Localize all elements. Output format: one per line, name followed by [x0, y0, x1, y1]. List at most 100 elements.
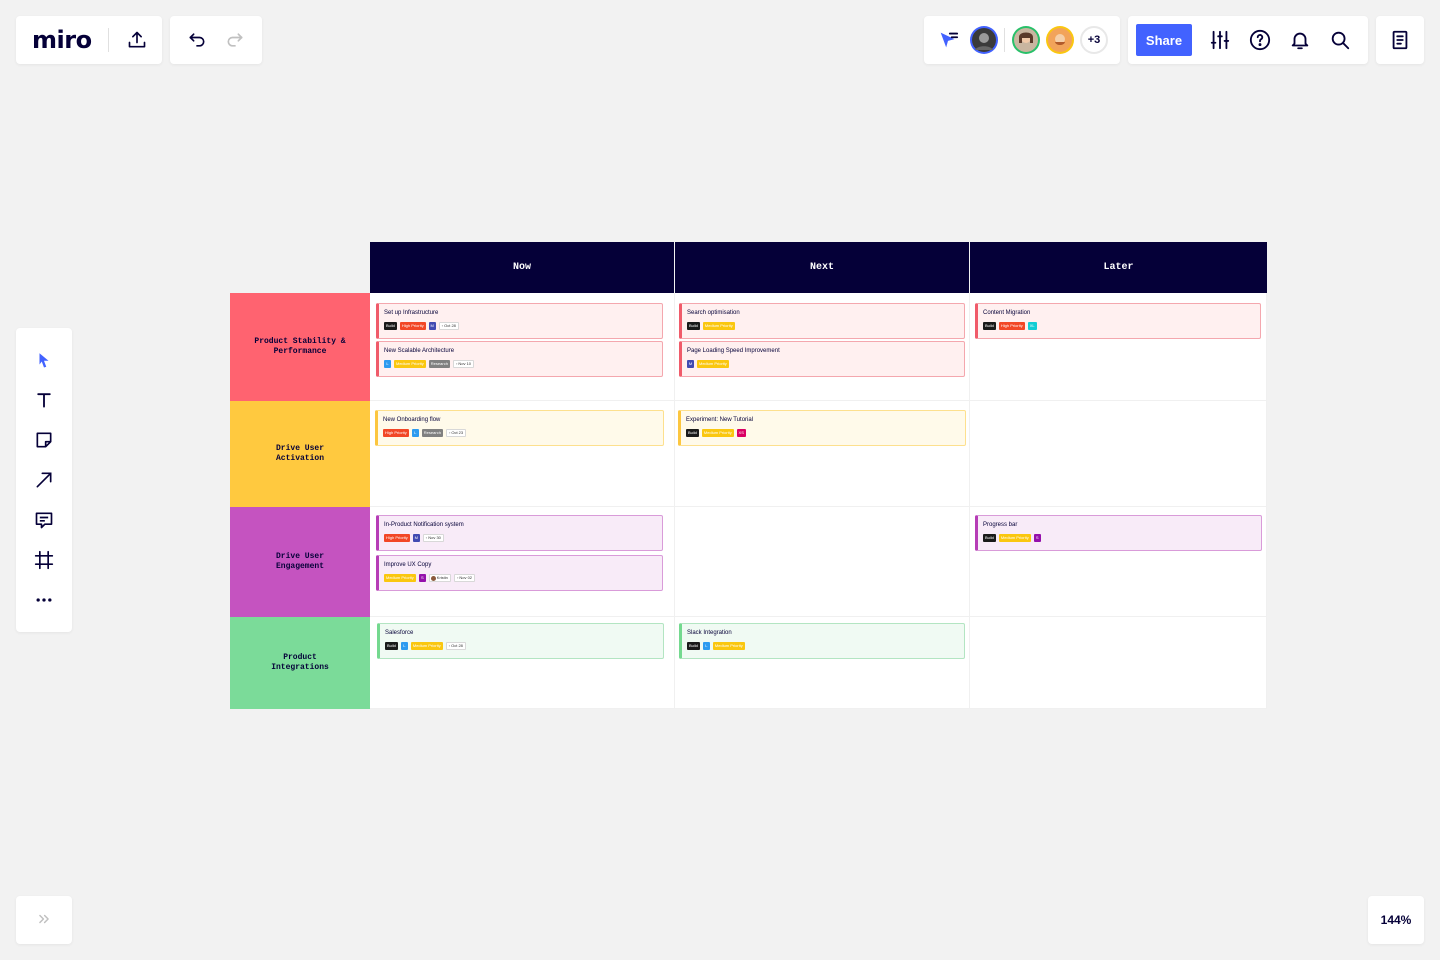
card-title: New Scalable Architecture: [384, 348, 455, 354]
card-salesforce[interactable]: Salesforce Build L Medium Priority ▫ Oct …: [377, 623, 664, 659]
left-toolbar: [16, 328, 72, 632]
card-set-up-infrastructure[interactable]: Set up Infrastructure Build High Priorit…: [376, 303, 663, 339]
avatar: [430, 575, 436, 581]
tag-medium-priority: Medium Priority: [384, 574, 416, 582]
card-content-migration[interactable]: Content Migration Build High Priority XL: [975, 303, 1261, 339]
history-panel: [170, 16, 262, 64]
divider: [107, 28, 109, 52]
more-collaborators-badge[interactable]: +3: [1080, 26, 1108, 54]
search-icon[interactable]: [1328, 28, 1352, 52]
card-progress-bar[interactable]: Progress bar Build Medium Priority S: [975, 515, 1262, 551]
tag-date: ▫ Oct 28: [438, 322, 459, 330]
tag-size: S: [418, 574, 426, 582]
undo-icon[interactable]: [185, 28, 209, 52]
select-tool-icon[interactable]: [32, 348, 56, 372]
card-new-scalable-architecture[interactable]: New Scalable Architecture L Medium Prior…: [376, 341, 663, 377]
connector-tool-icon[interactable]: [32, 468, 56, 492]
divider: [1004, 28, 1005, 52]
card-title: Page Loading Speed Improvement: [687, 348, 780, 354]
card-search-optimisation[interactable]: Search optimisation Build Medium Priorit…: [679, 303, 965, 339]
row-label: Drive User: [275, 552, 324, 561]
calendar-icon: ▫: [456, 575, 459, 580]
tag-size: L: [400, 642, 408, 650]
upload-icon[interactable]: [125, 28, 149, 52]
column-header-next: Next: [675, 242, 969, 293]
tag-high-priority: High Priority: [399, 322, 426, 330]
tools-panel: Share: [1128, 16, 1368, 64]
date-label: Oct 28: [451, 643, 463, 648]
tag-medium-priority: Medium Priority: [394, 360, 426, 368]
card-title: Improve UX Copy: [384, 562, 432, 568]
date-label: Oct 28: [444, 323, 456, 328]
bell-icon[interactable]: [1288, 28, 1312, 52]
card-improve-ux-copy[interactable]: Improve UX Copy Medium Priority S Kristi…: [376, 555, 663, 591]
row-label: Engagement: [275, 562, 324, 571]
tag-date: ▫ Nov 02: [453, 574, 476, 582]
card-page-loading-speed[interactable]: Page Loading Speed Improvement M Medium …: [679, 341, 965, 377]
date-label: Nov 02: [459, 575, 473, 580]
card-new-onboarding-flow[interactable]: New Onboarding flow High Priority L Rese…: [375, 410, 664, 446]
card-title: Slack Integration: [687, 630, 732, 636]
tag-size: M: [687, 360, 694, 368]
card-slack-integration[interactable]: Slack Integration Build L Medium Priorit…: [679, 623, 965, 659]
share-button[interactable]: Share: [1136, 24, 1192, 56]
frame-tool-icon[interactable]: [32, 548, 56, 572]
tag-research: Research: [421, 429, 443, 437]
miro-logo[interactable]: miro: [32, 26, 92, 54]
tag-build: Build: [385, 642, 398, 650]
row-header: Drive User Activation: [230, 401, 370, 507]
avatar[interactable]: [1012, 26, 1040, 54]
sticky-note-tool-icon[interactable]: [32, 428, 56, 452]
avatar[interactable]: [1046, 26, 1074, 54]
roadmap-board[interactable]: Now Next Later Product Stability & Perfor…: [230, 242, 1267, 709]
tag-date: ▫ Nov 30: [422, 534, 444, 542]
row-label: Product Stability &: [254, 337, 346, 346]
tag-date: ▫ Oct 23: [445, 429, 467, 437]
card-title: Progress bar: [983, 522, 1018, 528]
tag-size: XL: [1027, 322, 1037, 330]
tag-size: XS: [736, 429, 746, 437]
expand-panel-button[interactable]: [16, 896, 72, 944]
help-icon[interactable]: [1248, 28, 1272, 52]
card-experiment-new-tutorial[interactable]: Experiment: New Tutorial Build Medium Pr…: [678, 410, 966, 446]
tag-build: Build: [983, 534, 996, 542]
comment-tool-icon[interactable]: [32, 508, 56, 532]
date-label: Nov 10: [458, 361, 472, 366]
date-label: Nov 30: [428, 535, 441, 540]
card-in-product-notification[interactable]: In-Product Notification system High Prio…: [376, 515, 663, 551]
card-title: New Onboarding flow: [383, 417, 441, 423]
notes-icon[interactable]: [1388, 28, 1412, 52]
text-tool-icon[interactable]: [32, 388, 56, 412]
sliders-icon[interactable]: [1208, 28, 1232, 52]
tag-medium-priority: Medium Priority: [998, 534, 1031, 542]
row-label: Activation: [275, 454, 324, 463]
tag-medium-priority: Medium Priority: [702, 322, 735, 330]
row-label: Integrations: [271, 663, 329, 672]
calendar-icon: ▫: [448, 643, 451, 648]
tag-build: Build: [687, 322, 700, 330]
calendar-icon: ▫: [448, 430, 451, 435]
tag-high-priority: High Priority: [383, 429, 409, 437]
more-tools-icon[interactable]: [32, 588, 56, 612]
zoom-level[interactable]: 144%: [1368, 896, 1424, 944]
redo-icon[interactable]: [223, 28, 247, 52]
card-title: Salesforce: [385, 630, 414, 636]
notes-panel: [1376, 16, 1424, 64]
cursor-follow-icon[interactable]: [936, 28, 960, 52]
card-title: Search optimisation: [687, 310, 740, 316]
row-header: Product Integrations: [230, 617, 370, 709]
row-header: Drive User Engagement: [230, 507, 370, 617]
row-label: Product: [283, 653, 317, 662]
tag-build: Build: [686, 429, 699, 437]
tag-medium-priority: Medium Priority: [697, 360, 729, 368]
tag-size: S: [1033, 534, 1041, 542]
tag-assignee: Kristin: [428, 574, 451, 582]
avatar[interactable]: [970, 26, 998, 54]
grid-cell[interactable]: [675, 507, 970, 617]
grid-cell[interactable]: [970, 401, 1267, 507]
row-label: Drive User: [275, 444, 324, 453]
grid-cell[interactable]: [970, 617, 1267, 709]
column-header-later: Later: [970, 242, 1267, 293]
calendar-icon: ▫: [441, 323, 444, 328]
calendar-icon: ▫: [455, 361, 458, 366]
